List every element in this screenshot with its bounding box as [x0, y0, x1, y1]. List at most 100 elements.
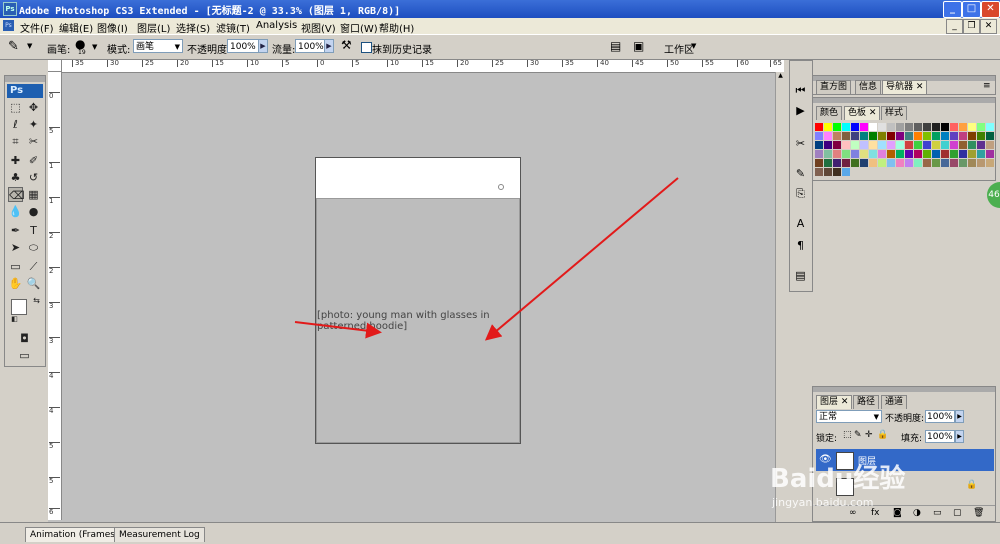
color-swatch[interactable]: [815, 168, 823, 176]
color-swatch[interactable]: [860, 159, 868, 167]
color-swatch[interactable]: [842, 132, 850, 140]
tab-swatches[interactable]: 色板 ✕: [844, 106, 881, 120]
shape-tool-icon[interactable]: ⬭: [26, 240, 41, 255]
color-swatch[interactable]: [977, 159, 985, 167]
color-swatch[interactable]: [959, 159, 967, 167]
lasso-tool-icon[interactable]: ℓ: [8, 117, 23, 132]
color-swatch[interactable]: [833, 159, 841, 167]
menu-select[interactable]: 选择(S): [176, 20, 210, 35]
blend-mode-select[interactable]: 正常 ▼: [816, 410, 882, 423]
color-swatch[interactable]: [968, 150, 976, 158]
color-swatch[interactable]: [851, 150, 859, 158]
magic-wand-tool-icon[interactable]: ✦: [26, 117, 41, 132]
erase-to-history-checkbox[interactable]: [361, 42, 372, 53]
color-swatch[interactable]: [860, 150, 868, 158]
color-swatch[interactable]: [950, 123, 958, 131]
panel-menu-icon[interactable]: ≡: [983, 81, 991, 91]
color-swatch[interactable]: [968, 159, 976, 167]
layer-comps-icon[interactable]: ▤: [793, 268, 808, 283]
close-button[interactable]: ✕: [981, 1, 1000, 18]
ruler-origin[interactable]: [48, 60, 62, 72]
eyedropper-tool-icon[interactable]: ⟋: [26, 259, 41, 274]
new-group-icon[interactable]: ▭: [933, 508, 942, 518]
color-swatch[interactable]: [986, 132, 994, 140]
minimize-button[interactable]: _: [943, 1, 962, 18]
layer-style-icon[interactable]: fx: [871, 508, 880, 518]
color-swatch[interactable]: [860, 141, 868, 149]
quick-mask-icon[interactable]: ◘: [17, 331, 32, 346]
color-swatch[interactable]: [986, 141, 994, 149]
doc-restore-button[interactable]: ❐: [963, 19, 980, 34]
color-swatch[interactable]: [860, 123, 868, 131]
clone-source-icon[interactable]: ⎘: [793, 186, 808, 201]
color-swatch[interactable]: [815, 141, 823, 149]
color-swatch[interactable]: [950, 132, 958, 140]
color-swatch[interactable]: [923, 159, 931, 167]
workspace-dropdown-icon[interactable]: ▼: [691, 42, 696, 50]
color-swatch[interactable]: [986, 123, 994, 131]
move-tool-icon[interactable]: ✥: [26, 100, 41, 115]
color-swatch[interactable]: [914, 159, 922, 167]
lock-position-icon[interactable]: ✛: [865, 430, 873, 440]
color-swatch[interactable]: [905, 150, 913, 158]
lock-all-icon[interactable]: 🔒: [877, 430, 888, 440]
slice-tool-icon[interactable]: ✂: [26, 134, 41, 149]
color-swatch[interactable]: [950, 141, 958, 149]
menu-analysis[interactable]: Analysis: [256, 20, 297, 31]
brush-tool-icon[interactable]: ✐: [26, 153, 41, 168]
path-selection-tool-icon[interactable]: ➤: [8, 240, 23, 255]
character-panel-icon[interactable]: A: [793, 216, 808, 231]
gradient-tool-icon[interactable]: ▦: [26, 187, 41, 202]
actions-panel-icon[interactable]: ▶: [793, 103, 808, 118]
color-swatch[interactable]: [896, 150, 904, 158]
eraser-tool-icon[interactable]: ✎: [8, 39, 19, 54]
color-swatch[interactable]: [815, 132, 823, 140]
color-swatch[interactable]: [815, 123, 823, 131]
color-swatch[interactable]: [905, 141, 913, 149]
color-swatch[interactable]: [914, 123, 922, 131]
color-swatch[interactable]: [941, 132, 949, 140]
tab-layers[interactable]: 图层 ✕: [816, 395, 853, 409]
color-swatch[interactable]: [968, 132, 976, 140]
color-swatch[interactable]: [986, 159, 994, 167]
color-swatch[interactable]: [896, 159, 904, 167]
color-swatch[interactable]: [824, 132, 832, 140]
flow-slider-button[interactable]: ▶: [324, 39, 334, 53]
color-swatch[interactable]: [977, 132, 985, 140]
fill-input[interactable]: 100%: [925, 430, 955, 443]
color-swatch[interactable]: [842, 123, 850, 131]
color-swatch[interactable]: [887, 132, 895, 140]
eraser-tool-icon[interactable]: ⌫: [8, 187, 25, 202]
color-swatch[interactable]: [815, 150, 823, 158]
color-swatch[interactable]: [896, 123, 904, 131]
airbrush-icon[interactable]: ⚒: [341, 38, 352, 52]
doc-close-button[interactable]: ✕: [980, 19, 997, 34]
color-swatch[interactable]: [851, 159, 859, 167]
menu-file[interactable]: 文件(F): [20, 20, 54, 35]
color-swatch[interactable]: [869, 150, 877, 158]
workspace-menu[interactable]: 工作区: [664, 41, 694, 56]
lock-transparent-icon[interactable]: ⬚: [843, 430, 852, 440]
color-swatch[interactable]: [878, 159, 886, 167]
menu-image[interactable]: 图像(I): [97, 20, 128, 35]
color-swatch[interactable]: [959, 132, 967, 140]
color-swatch[interactable]: [869, 159, 877, 167]
color-swatch[interactable]: [878, 123, 886, 131]
menu-help[interactable]: 帮助(H): [379, 20, 414, 35]
tab-info[interactable]: 信息: [855, 80, 882, 94]
link-layers-icon[interactable]: ∞: [849, 508, 857, 518]
color-swatch[interactable]: [851, 123, 859, 131]
pen-tool-icon[interactable]: ✒: [8, 223, 23, 238]
color-swatch[interactable]: [959, 150, 967, 158]
color-swatch[interactable]: [887, 150, 895, 158]
color-swatch[interactable]: [878, 132, 886, 140]
color-swatch[interactable]: [905, 132, 913, 140]
color-swatch[interactable]: [923, 123, 931, 131]
color-swatch[interactable]: [923, 141, 931, 149]
brushes-panel-icon[interactable]: ✎: [793, 166, 808, 181]
color-swatch[interactable]: [959, 123, 967, 131]
color-swatch[interactable]: [932, 150, 940, 158]
dodge-tool-icon[interactable]: ●: [26, 204, 41, 219]
doc-minimize-button[interactable]: _: [946, 19, 963, 34]
color-swatch[interactable]: [905, 123, 913, 131]
